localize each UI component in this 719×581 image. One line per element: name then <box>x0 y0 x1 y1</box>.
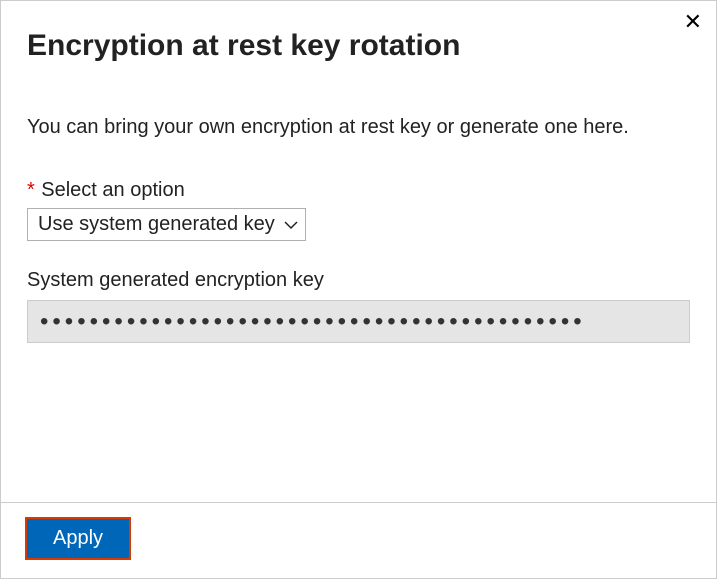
option-field-group: * Select an option Use system generated … <box>27 179 690 241</box>
select-wrapper: Use system generated key <box>27 208 690 241</box>
close-icon[interactable]: ✕ <box>680 7 706 37</box>
required-marker: * <box>27 179 35 201</box>
option-label: Select an option <box>41 179 184 201</box>
select-container: Use system generated key <box>27 208 306 241</box>
panel-footer: Apply <box>1 502 716 578</box>
option-label-row: * Select an option <box>27 179 690 202</box>
panel-content: Encryption at rest key rotation You can … <box>1 1 716 502</box>
option-select[interactable]: Use system generated key <box>27 208 306 241</box>
key-rotation-panel: ✕ Encryption at rest key rotation You ca… <box>0 0 717 579</box>
apply-button[interactable]: Apply <box>27 519 129 558</box>
panel-title: Encryption at rest key rotation <box>27 29 690 63</box>
panel-description: You can bring your own encryption at res… <box>27 113 690 141</box>
key-field-group: System generated encryption key <box>27 269 690 343</box>
key-label: System generated encryption key <box>27 269 690 292</box>
encryption-key-field[interactable] <box>27 300 690 343</box>
